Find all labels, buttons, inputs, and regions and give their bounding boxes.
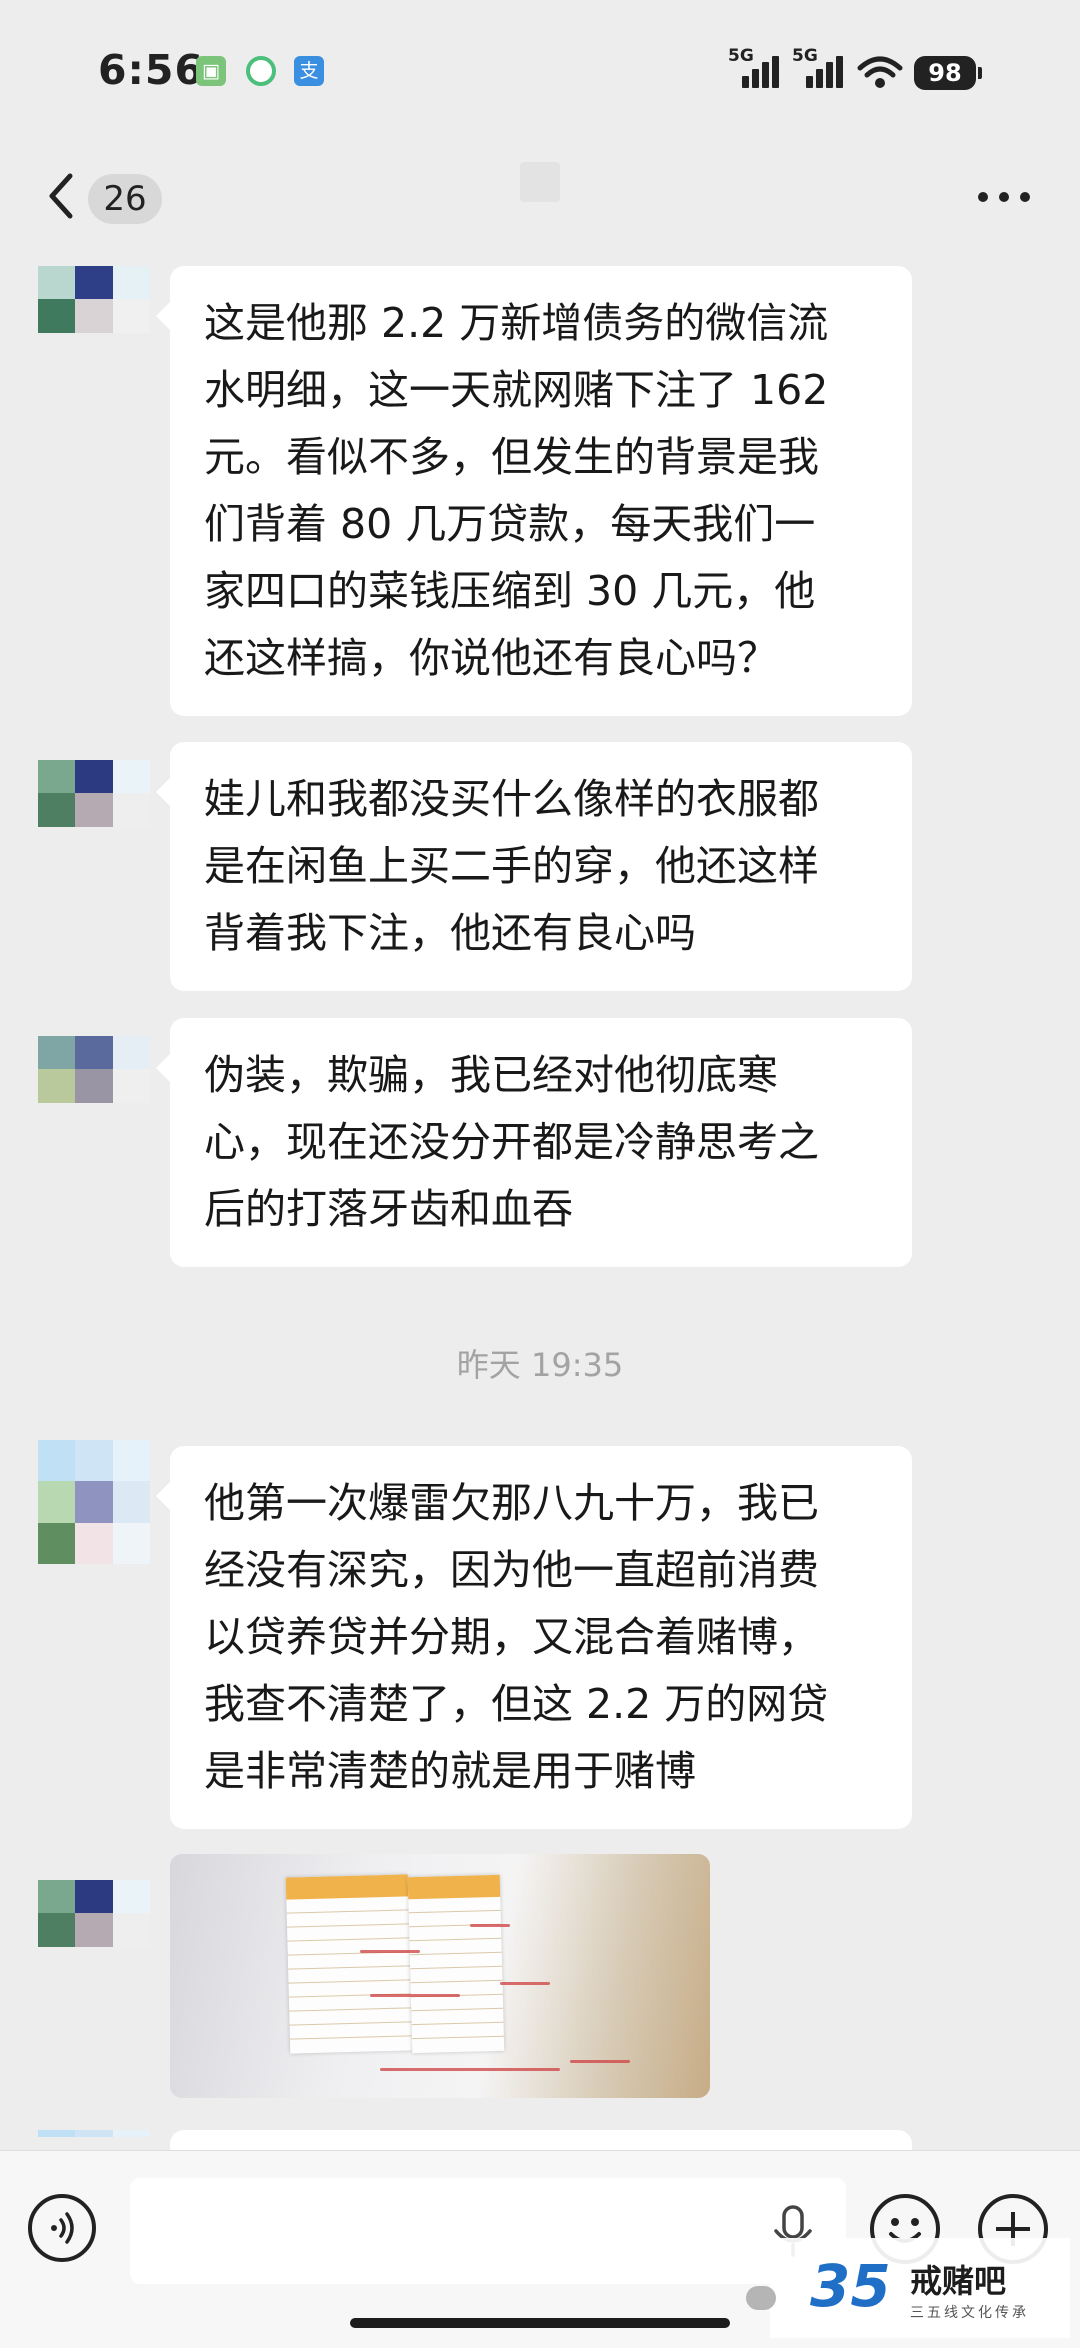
alipay-notification-icon: 支 bbox=[294, 56, 324, 86]
wechat-icon bbox=[746, 2286, 776, 2310]
avatar[interactable] bbox=[38, 1036, 150, 1136]
chat-header: 26 bbox=[0, 140, 1080, 258]
wifi-icon bbox=[857, 56, 903, 88]
chat-title bbox=[520, 162, 560, 202]
message-timestamp: 昨天 19:35 bbox=[456, 1346, 624, 1384]
message-bubble[interactable]: 这是他那 2.2 万新增债务的微信流 水明细，这一天就网赌下注了 162 元。看… bbox=[156, 266, 912, 716]
back-arrow-icon[interactable] bbox=[38, 170, 90, 222]
avatar[interactable] bbox=[38, 760, 150, 860]
watermark-name: 戒赌吧 bbox=[910, 2262, 1007, 2300]
message-bubble[interactable]: 他第一次爆雷欠那八九十万，我已 经没有深究，因为他一直超前消费 以贷养贷并分期，… bbox=[156, 1446, 912, 1829]
cellular-signal-icon: 5G bbox=[728, 46, 784, 88]
message-list[interactable]: 这是他那 2.2 万新增债务的微信流 水明细，这一天就网赌下注了 162 元。看… bbox=[0, 258, 1080, 2150]
home-indicator[interactable] bbox=[350, 2318, 730, 2328]
battery-indicator: 98 bbox=[914, 56, 982, 90]
message-bubble[interactable] bbox=[170, 2130, 912, 2150]
app-notification-icon: ▣ bbox=[196, 56, 226, 86]
status-time: 6:56 bbox=[98, 46, 204, 94]
avatar[interactable] bbox=[38, 2130, 150, 2150]
watermark-logo: 35 戒赌吧 三五线文化传承 bbox=[746, 2238, 1070, 2338]
cellular-signal-icon: 5G bbox=[792, 46, 848, 88]
voice-input-button[interactable] bbox=[28, 2194, 96, 2262]
voice-wave-icon bbox=[51, 2212, 74, 2244]
watermark-subtitle: 三五线文化传承 bbox=[910, 2305, 1029, 2321]
message-text-input[interactable] bbox=[130, 2178, 846, 2284]
avatar[interactable] bbox=[38, 1880, 150, 1980]
avatar[interactable] bbox=[38, 266, 150, 366]
avatar[interactable] bbox=[38, 1440, 150, 1564]
unread-count-badge[interactable]: 26 bbox=[88, 174, 162, 224]
watermark-number: 35 bbox=[810, 2252, 891, 2320]
status-bar: 6:56 ▣ 支 5G 5G 98 bbox=[0, 0, 1080, 140]
message-bubble[interactable]: 娃儿和我都没买什么像样的衣服都 是在闲鱼上买二手的穿，他还这样 背着我下注，他还… bbox=[156, 742, 912, 991]
message-bubble[interactable]: 伪装，欺骗，我已经对他彻底寒 心，现在还没分开都是冷静思考之 后的打落牙齿和血吞 bbox=[156, 1018, 912, 1267]
more-options-icon[interactable] bbox=[976, 190, 1032, 204]
app-notification-icon bbox=[246, 56, 276, 86]
message-image[interactable] bbox=[170, 1854, 710, 2098]
